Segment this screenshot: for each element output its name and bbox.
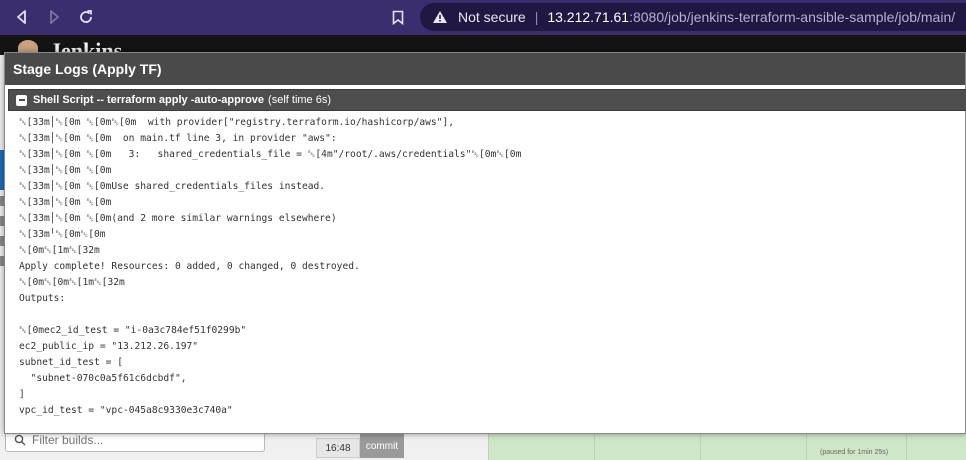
log-line: ␛[33m╵␛[0m␛[0m [19, 229, 106, 240]
log-line: ␛[33m│␛[0m ␛[0m on main.tf line 3, in pr… [19, 133, 337, 144]
log-line: ␛[0mec2_id_test = "i-0a3c784ef51f0299b" [19, 325, 247, 336]
step-name: Shell Script -- terraform apply -auto-ap… [33, 94, 265, 106]
reload-icon[interactable] [76, 7, 96, 27]
build-time: 16:48 [316, 438, 360, 458]
stage-cell[interactable] [594, 434, 700, 460]
log-line: ] [19, 389, 25, 400]
address-separator: | [534, 9, 539, 25]
back-arrow-icon[interactable] [12, 7, 32, 27]
forward-arrow-icon[interactable] [44, 7, 64, 27]
log-line: vpc_id_test = "vpc-045a8c9330e3c740a" [19, 405, 233, 416]
log-line: ␛[0m␛[1m␛[32m [19, 245, 100, 256]
not-secure-label[interactable]: Not secure [458, 9, 526, 25]
bookmark-icon[interactable] [388, 7, 408, 27]
collapse-icon[interactable] [16, 94, 27, 106]
stage-cell[interactable] [906, 434, 966, 460]
log-line: subnet_id_test = [ [19, 357, 123, 368]
log-line: ␛[33m│␛[0m ␛[0m [19, 165, 112, 176]
log-line: ␛[33m│␛[0m ␛[0m 3: shared_credentials_fi… [19, 149, 522, 160]
log-line: ␛[33m│␛[0m ␛[0m(and 2 more similar warni… [19, 213, 337, 224]
url-host: 13.212.71.61 [547, 9, 630, 25]
log-output: ␛[33m│␛[0m ␛[0m␛[0m with provider["regis… [19, 115, 959, 431]
paused-note: (paused for 1min 25s) [820, 449, 889, 456]
shell-script-step-header[interactable]: Shell Script -- terraform apply -auto-ap… [8, 89, 966, 111]
modal-title: Stage Logs (Apply TF) [13, 61, 162, 77]
log-line: ␛[33m│␛[0m ␛[0m␛[0m with provider["regis… [19, 117, 455, 128]
commit-badge[interactable]: commit [360, 434, 404, 458]
stage-logs-modal: Stage Logs (Apply TF) Shell Script -- te… [4, 52, 966, 434]
browser-toolbar: Not secure | 13.212.71.61:8080/job/jenki… [0, 0, 966, 35]
stage-cell[interactable] [700, 434, 806, 460]
stage-cell[interactable] [806, 434, 906, 460]
step-self-time: (self time 6s) [268, 94, 332, 106]
modal-title-bar: Stage Logs (Apply TF) [5, 53, 965, 85]
filter-builds-input[interactable] [32, 433, 232, 447]
log-line: Outputs: [19, 293, 66, 304]
url-path: :8080/job/jenkins-terraform-ansible-samp… [629, 9, 956, 25]
log-line: ␛[0m␛[0m␛[1m␛[32m [19, 277, 125, 288]
search-icon [14, 434, 26, 446]
log-line: ec2_public_ip = "13.212.26.197" [19, 341, 199, 352]
log-line: Apply complete! Resources: 0 added, 0 ch… [19, 261, 360, 272]
log-line: "subnet-070c0a5f61c6dcbdf", [19, 373, 187, 384]
log-line: ␛[33m│␛[0m ␛[0m [19, 197, 112, 208]
log-line: ␛[33m│␛[0m ␛[0mUse shared_credentials_fi… [19, 181, 326, 192]
address-bar[interactable]: Not secure | 13.212.71.61:8080/job/jenki… [420, 3, 966, 31]
warning-icon [432, 9, 448, 25]
stage-cell[interactable] [488, 434, 594, 460]
